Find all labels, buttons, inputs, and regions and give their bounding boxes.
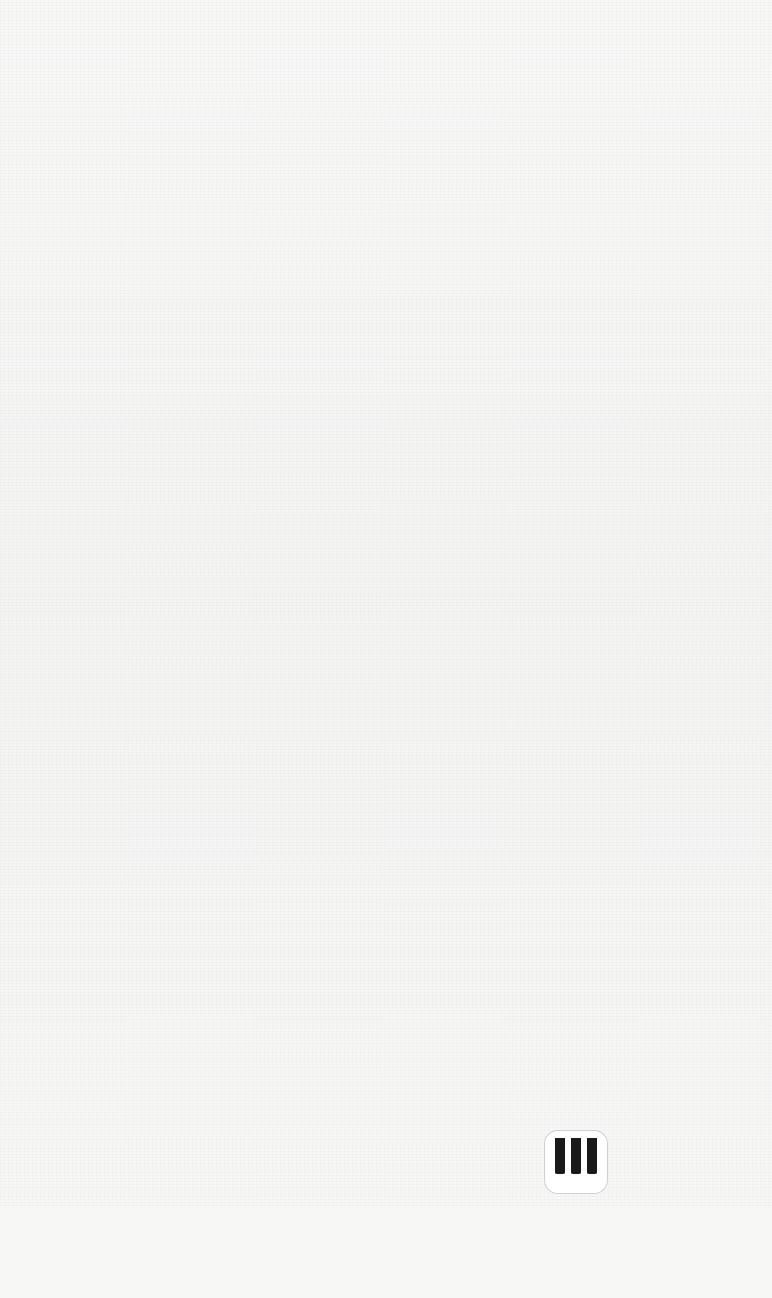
lyric-line [24,604,644,630]
chord-line [24,578,644,604]
lyric-line [24,656,644,682]
chord-line [24,682,644,708]
intro-line [24,98,644,124]
repeat-number [24,932,644,958]
interlude-line [24,1032,644,1058]
chord-line [24,444,644,470]
chord-line [24,798,644,824]
chord-line [24,850,644,876]
lyric-line [24,232,644,258]
lyric-line [24,824,644,850]
lyric-line [24,470,644,496]
chord-line [24,340,644,366]
chord-sheet-page [0,0,772,1206]
site-watermark [540,1120,772,1204]
lyric-line [24,772,644,798]
lyric-line [24,180,644,206]
lyric-line [24,284,644,310]
lyric-line [24,876,644,902]
repeat-number [24,1006,644,1032]
lyric-line [24,708,644,734]
interlude-line [24,958,644,984]
chord-line [24,630,644,656]
chord-line [24,746,644,772]
song-body [24,98,644,1206]
lyric-line [24,522,644,548]
chord-line [24,206,644,232]
chord-line [24,392,644,418]
piano-keys-icon [544,1130,608,1194]
lyric-line [24,418,644,444]
chord-line [24,258,644,284]
repeat-number [24,1080,644,1106]
lyric-line [24,366,644,392]
chord-line [24,496,644,522]
chord-line [24,154,644,180]
